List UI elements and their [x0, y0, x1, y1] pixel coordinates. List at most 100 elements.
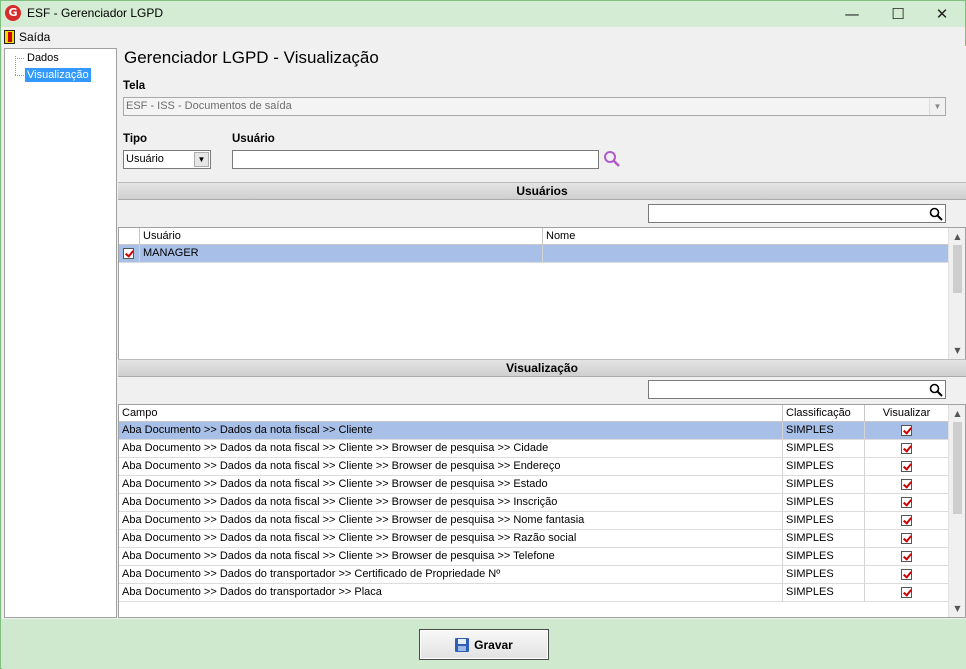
save-button[interactable]: Gravar: [419, 629, 549, 660]
cell-visualizar[interactable]: [865, 458, 949, 476]
page-title: Gerenciador LGPD - Visualização: [124, 48, 379, 67]
table-row[interactable]: Aba Documento >> Dados da nota fiscal >>…: [119, 530, 949, 548]
cell-classificacao: SIMPLES: [783, 422, 865, 440]
checkbox[interactable]: [901, 568, 912, 580]
cell-usuario: MANAGER: [140, 245, 543, 263]
table-row[interactable]: Aba Documento >> Dados da nota fiscal >>…: [119, 548, 949, 566]
column-header-visualizar[interactable]: Visualizar: [865, 405, 949, 422]
close-button[interactable]: ✕: [919, 1, 965, 27]
scroll-thumb[interactable]: [953, 422, 962, 514]
usuario-search-button[interactable]: [603, 150, 621, 168]
cell-visualizar[interactable]: [865, 476, 949, 494]
checkbox[interactable]: [901, 424, 912, 436]
checkbox[interactable]: [901, 442, 912, 454]
tipo-select-value: Usuário: [126, 153, 164, 165]
table-row[interactable]: Aba Documento >> Dados da nota fiscal >>…: [119, 512, 949, 530]
visualizacao-grid: Campo Classificação Visualizar Aba Docum…: [118, 404, 966, 618]
column-header-nome[interactable]: Nome: [543, 228, 949, 245]
table-row[interactable]: Aba Documento >> Dados da nota fiscal >>…: [119, 476, 949, 494]
scroll-up-icon[interactable]: ▲: [949, 228, 965, 245]
row-checkbox-cell[interactable]: [119, 245, 140, 263]
usuarios-filter-input[interactable]: [648, 204, 946, 223]
cell-visualizar[interactable]: [865, 494, 949, 512]
usuario-input[interactable]: [232, 150, 599, 169]
checkbox[interactable]: [901, 550, 912, 562]
footer-bar: Gravar: [2, 619, 966, 669]
cell-visualizar[interactable]: [865, 422, 949, 440]
checkbox-column-header: [119, 228, 140, 245]
cell-classificacao: SIMPLES: [783, 440, 865, 458]
window-body: Dados Visualização Gerenciador LGPD - Vi…: [2, 46, 966, 619]
search-icon[interactable]: [929, 207, 943, 221]
cell-visualizar[interactable]: [865, 584, 949, 602]
chevron-down-icon[interactable]: ▼: [194, 152, 209, 167]
scroll-down-icon[interactable]: ▼: [949, 600, 965, 617]
cell-visualizar[interactable]: [865, 566, 949, 584]
cell-campo: Aba Documento >> Dados da nota fiscal >>…: [119, 530, 783, 548]
scroll-up-icon[interactable]: ▲: [949, 405, 965, 422]
checkbox[interactable]: [901, 586, 912, 598]
app-logo-icon: G: [5, 5, 21, 21]
checkbox[interactable]: [123, 247, 134, 259]
cell-visualizar[interactable]: [865, 530, 949, 548]
checkbox[interactable]: [901, 514, 912, 526]
title-bar[interactable]: G ESF - Gerenciador LGPD — ☐ ✕: [1, 1, 965, 27]
cell-nome: [543, 245, 949, 263]
usuarios-grid: Usuário Nome MANAGER ▲ ▼: [118, 227, 966, 360]
table-row[interactable]: Aba Documento >> Dados da nota fiscal >>…: [119, 422, 949, 440]
cell-campo: Aba Documento >> Dados da nota fiscal >>…: [119, 494, 783, 512]
maximize-button[interactable]: ☐: [875, 1, 921, 27]
tree-item-dados[interactable]: Dados: [25, 51, 61, 65]
scroll-down-icon[interactable]: ▼: [949, 342, 965, 359]
chevron-down-icon[interactable]: ▼: [929, 98, 945, 115]
cell-campo: Aba Documento >> Dados da nota fiscal >>…: [119, 440, 783, 458]
table-row[interactable]: Aba Documento >> Dados da nota fiscal >>…: [119, 494, 949, 512]
cell-visualizar[interactable]: [865, 440, 949, 458]
cell-visualizar[interactable]: [865, 548, 949, 566]
cell-classificacao: SIMPLES: [783, 584, 865, 602]
navigation-tree: Dados Visualização: [4, 48, 117, 618]
tree-connector-line: [15, 75, 24, 76]
table-row[interactable]: MANAGER: [119, 245, 949, 263]
tela-select-value: ESF - ISS - Documentos de saída: [126, 100, 292, 112]
window-title: ESF - Gerenciador LGPD: [27, 6, 164, 20]
cell-classificacao: SIMPLES: [783, 530, 865, 548]
usuarios-section-header: Usuários: [118, 182, 966, 200]
visualizacao-section-header: Visualização: [118, 359, 966, 377]
checkbox[interactable]: [901, 460, 912, 472]
floppy-disk-icon: [455, 637, 470, 652]
visualizacao-scrollbar[interactable]: ▲ ▼: [948, 405, 965, 617]
tela-label: Tela: [123, 80, 146, 92]
exit-door-icon: [4, 29, 15, 44]
usuario-label: Usuário: [232, 133, 275, 145]
column-header-classificacao[interactable]: Classificação: [783, 405, 865, 422]
cell-visualizar[interactable]: [865, 512, 949, 530]
checkbox[interactable]: [901, 496, 912, 508]
usuarios-scrollbar[interactable]: ▲ ▼: [948, 228, 965, 359]
checkbox[interactable]: [901, 532, 912, 544]
menu-exit[interactable]: Saída: [4, 28, 50, 45]
scroll-thumb[interactable]: [953, 245, 962, 293]
search-icon[interactable]: [929, 383, 943, 397]
cell-classificacao: SIMPLES: [783, 476, 865, 494]
cell-campo: Aba Documento >> Dados do transportador …: [119, 566, 783, 584]
column-header-campo[interactable]: Campo: [119, 405, 783, 422]
cell-campo: Aba Documento >> Dados da nota fiscal >>…: [119, 458, 783, 476]
visualizacao-filter-input[interactable]: [648, 380, 946, 399]
column-header-usuario[interactable]: Usuário: [140, 228, 543, 245]
minimize-button[interactable]: —: [829, 1, 875, 27]
tela-select[interactable]: ESF - ISS - Documentos de saída ▼: [123, 97, 946, 116]
cell-classificacao: SIMPLES: [783, 548, 865, 566]
app-window: G ESF - Gerenciador LGPD — ☐ ✕ Saída Dad…: [0, 0, 966, 669]
table-row[interactable]: Aba Documento >> Dados da nota fiscal >>…: [119, 458, 949, 476]
table-row[interactable]: Aba Documento >> Dados da nota fiscal >>…: [119, 440, 949, 458]
tipo-select[interactable]: Usuário ▼: [123, 150, 211, 169]
tree-item-visualizacao[interactable]: Visualização: [25, 68, 91, 82]
cell-classificacao: SIMPLES: [783, 458, 865, 476]
cell-campo: Aba Documento >> Dados da nota fiscal >>…: [119, 476, 783, 494]
table-row[interactable]: Aba Documento >> Dados do transportador …: [119, 584, 949, 602]
save-button-label: Gravar: [474, 637, 513, 652]
table-row[interactable]: Aba Documento >> Dados do transportador …: [119, 566, 949, 584]
checkbox[interactable]: [901, 478, 912, 490]
tipo-label: Tipo: [123, 133, 148, 145]
